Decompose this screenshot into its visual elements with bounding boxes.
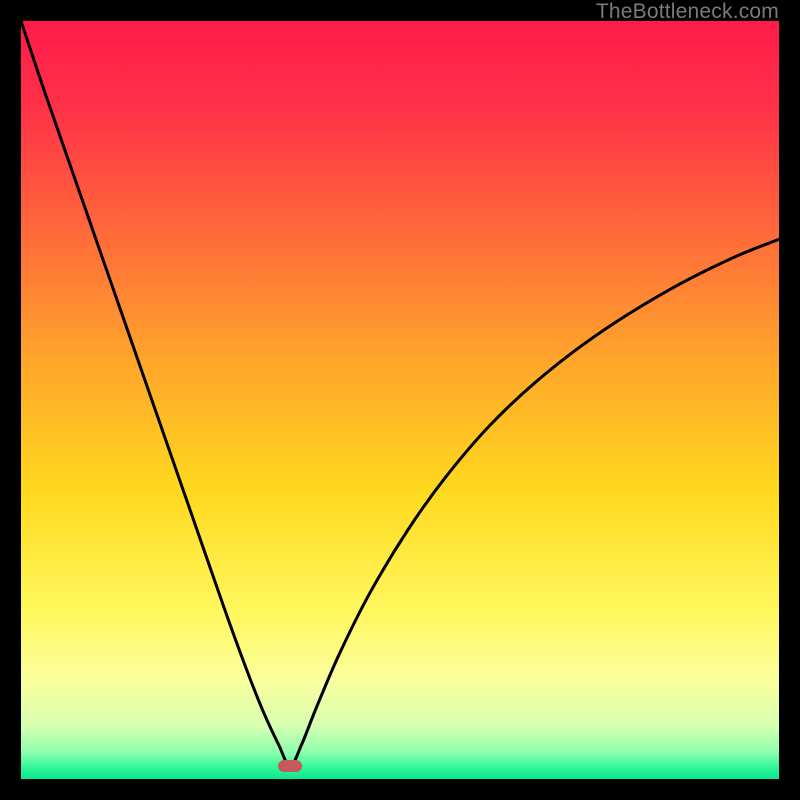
bottleneck-curve [21, 21, 779, 779]
chart-frame [21, 21, 779, 779]
optimal-point-marker [278, 760, 302, 772]
